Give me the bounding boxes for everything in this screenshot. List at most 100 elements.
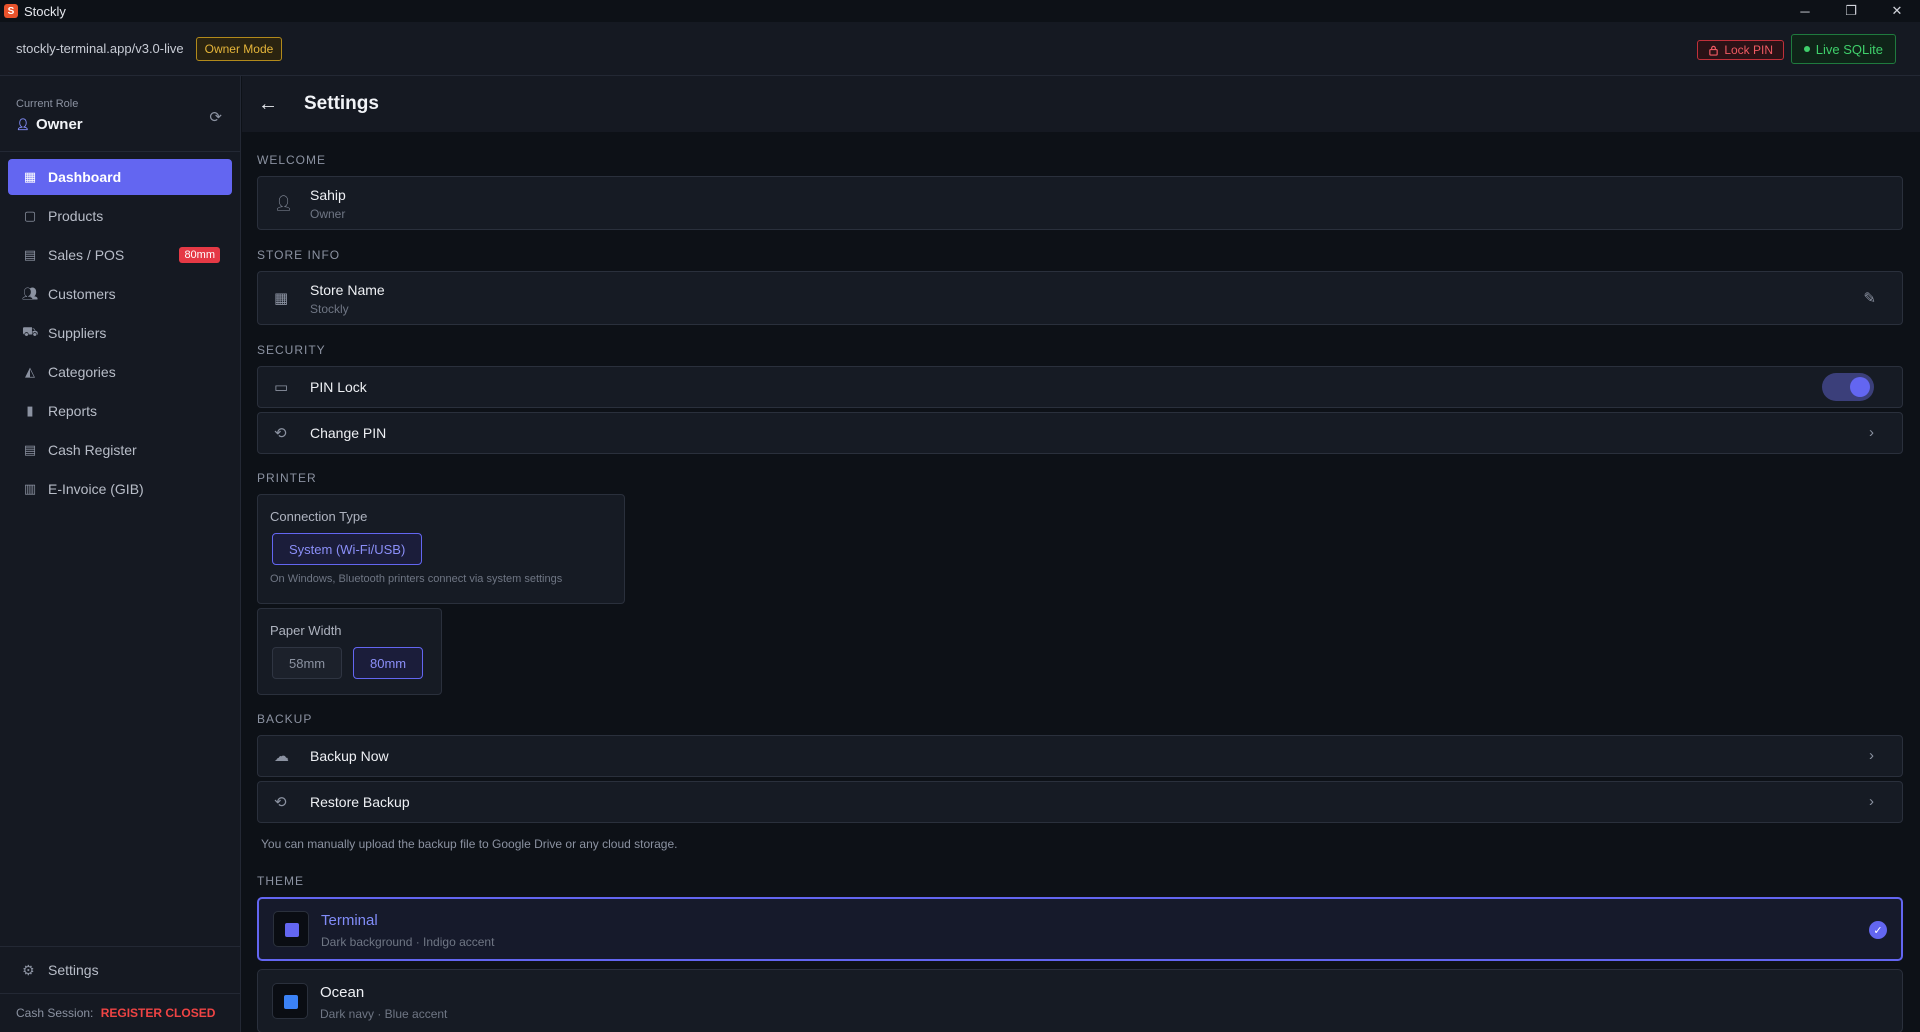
sidebar-item-label: Categories <box>48 364 116 380</box>
sidebar-item-settings[interactable]: ⚙ Settings <box>8 952 232 988</box>
chevron-right-icon: › <box>1869 747 1874 764</box>
cloud-upload-icon: ☁ <box>274 748 289 765</box>
sidebar-item-label: Dashboard <box>48 169 122 185</box>
check-circle-icon: ✓ <box>1869 921 1887 939</box>
sidebar-item-products[interactable]: ▢ Products <box>8 198 232 234</box>
live-status-label: Live SQLite <box>1815 41 1883 57</box>
sidebar-item-cash-register[interactable]: ▤ Cash Register <box>8 432 232 468</box>
chevron-right-icon: › <box>1869 424 1874 441</box>
cash-session-label: Cash Session: <box>16 1006 94 1020</box>
sidebar-item-dashboard[interactable]: ▦ Dashboard <box>8 159 232 195</box>
theme-color-swatch <box>284 995 298 1009</box>
section-label-security: SECURITY <box>257 343 326 357</box>
sidebar-item-categories[interactable]: ◭ Categories <box>8 354 232 390</box>
theme-name: Ocean <box>320 984 365 1001</box>
sidebar-item-label: Sales / POS <box>48 247 125 263</box>
window-controls: ─ ❐ ✕ <box>1782 0 1920 22</box>
paper-option-58mm[interactable]: 58mm <box>272 647 343 679</box>
lock-pin-label: Lock PIN <box>1724 43 1773 57</box>
status-dot-icon <box>1803 46 1810 52</box>
sidebar-item-sales-pos[interactable]: ▤ Sales / POS 80mm <box>8 237 232 273</box>
sidebar-item-label: Customers <box>48 286 116 302</box>
sidebar-divider <box>0 993 241 994</box>
connection-type-label: Connection Type <box>270 509 368 524</box>
role-name: 👤︎ Owner <box>16 116 83 133</box>
connection-option-system[interactable]: System (Wi-Fi/USB) <box>272 533 423 565</box>
toggle-knob <box>1850 377 1870 397</box>
theme-swatch <box>273 911 309 947</box>
pin-lock-label: PIN Lock <box>310 379 367 395</box>
cash-session-status: Cash Session: REGISTER CLOSED <box>16 1006 215 1020</box>
restore-backup-row[interactable]: ⟲ Restore Backup › <box>257 781 1903 823</box>
sidebar-item-label: Products <box>48 208 104 224</box>
title-bar: S Stockly ─ ❐ ✕ <box>0 0 1920 22</box>
sidebar: Current Role 👤︎ Owner ⟳ ▦ Dashboard ▢ Pr… <box>0 76 241 1032</box>
connection-hint: On Windows, Bluetooth printers connect v… <box>270 573 563 585</box>
theme-option-ocean[interactable]: Ocean Dark navy · Blue accent <box>257 969 1903 1032</box>
section-label-store-info: STORE INFO <box>257 248 341 262</box>
close-button[interactable]: ✕ <box>1874 0 1920 22</box>
page-header: ← Settings <box>242 76 1920 132</box>
url-text: stockly-terminal.app/v3.0-live <box>16 41 184 56</box>
store-icon: ▦ <box>274 290 289 307</box>
register-icon: ▤ <box>23 247 37 262</box>
sidebar-item-label: Cash Register <box>48 442 137 458</box>
sidebar-divider <box>0 946 241 947</box>
user-name: Sahip <box>310 187 346 203</box>
welcome-card: 👤︎ Sahip Owner <box>257 176 1903 230</box>
cash-register-icon: ▤ <box>23 442 37 457</box>
restore-button[interactable]: ❐ <box>1828 0 1874 22</box>
shapes-icon: ◭ <box>25 364 35 379</box>
pin-lock-toggle[interactable] <box>1822 373 1874 401</box>
address-bar: stockly-terminal.app/v3.0-live Owner Mod… <box>0 22 1920 76</box>
change-pin-label: Change PIN <box>310 425 387 441</box>
box-icon: ▢ <box>23 208 37 223</box>
users-icon: 👥︎ <box>22 286 39 301</box>
paper-option-80mm[interactable]: 80mm <box>353 647 424 679</box>
user-role: Owner <box>310 207 346 221</box>
dashboard-icon: ▦ <box>23 169 37 184</box>
live-sqlite-badge: Live SQLite <box>1790 34 1896 64</box>
paper-width-label: Paper Width <box>270 623 342 638</box>
pencil-icon[interactable]: ✎ <box>1863 289 1876 307</box>
role-name-text: Owner <box>35 116 83 133</box>
owner-mode-badge: Owner Mode <box>195 36 283 61</box>
connection-type-card: Connection Type System (Wi-Fi/USB) On Wi… <box>257 494 625 604</box>
minimize-button[interactable]: ─ <box>1782 0 1828 22</box>
backup-note: You can manually upload the backup file … <box>261 837 678 851</box>
theme-name: Terminal <box>321 912 378 929</box>
role-label: Current Role <box>16 98 79 110</box>
theme-color-swatch <box>285 923 299 937</box>
register-status: REGISTER CLOSED <box>100 1006 216 1020</box>
section-label-printer: PRINTER <box>257 471 317 485</box>
invoice-icon: ▥ <box>23 481 37 496</box>
truck-icon: ⛟ <box>22 324 39 339</box>
sidebar-item-customers[interactable]: 👥︎ Customers <box>8 276 232 312</box>
sidebar-item-suppliers[interactable]: ⛟ Suppliers <box>8 315 232 351</box>
sidebar-item-reports[interactable]: ▮ Reports <box>8 393 232 429</box>
back-arrow-icon[interactable]: ← <box>258 93 278 116</box>
store-name-card[interactable]: ▦ Store Name Stockly ✎ <box>257 271 1903 325</box>
switch-role-icon[interactable]: ⟳ <box>209 108 222 126</box>
user-icon: 👤︎ <box>274 195 294 212</box>
section-label-backup: BACKUP <box>257 712 313 726</box>
role-panel: Current Role 👤︎ Owner ⟳ <box>0 76 240 152</box>
sidebar-item-e-invoice[interactable]: ▥ E-Invoice (GIB) <box>8 471 232 507</box>
sidebar-item-label: E-Invoice (GIB) <box>48 481 144 497</box>
section-label-welcome: WELCOME <box>257 153 327 167</box>
change-pin-row[interactable]: ⟲ Change PIN › <box>257 412 1903 454</box>
lock-pin-button[interactable]: Lock PIN <box>1697 40 1784 60</box>
bar-chart-icon: ▮ <box>26 403 34 418</box>
sidebar-item-label: Suppliers <box>48 325 107 341</box>
theme-swatch <box>272 983 308 1019</box>
pin-lock-row: ▭ PIN Lock <box>257 366 1903 408</box>
theme-desc: Dark navy · Blue accent <box>320 1007 448 1021</box>
backup-now-row[interactable]: ☁ Backup Now › <box>257 735 1903 777</box>
app-logo-icon: S <box>4 4 18 18</box>
theme-option-terminal[interactable]: Terminal Dark background · Indigo accent… <box>257 897 1903 961</box>
store-name-label: Store Name <box>310 282 385 298</box>
user-icon: 👤︎ <box>16 119 30 131</box>
reset-pin-icon: ⟲ <box>274 425 287 442</box>
sidebar-item-label: Reports <box>48 403 98 419</box>
history-icon: ⟲ <box>274 794 287 811</box>
